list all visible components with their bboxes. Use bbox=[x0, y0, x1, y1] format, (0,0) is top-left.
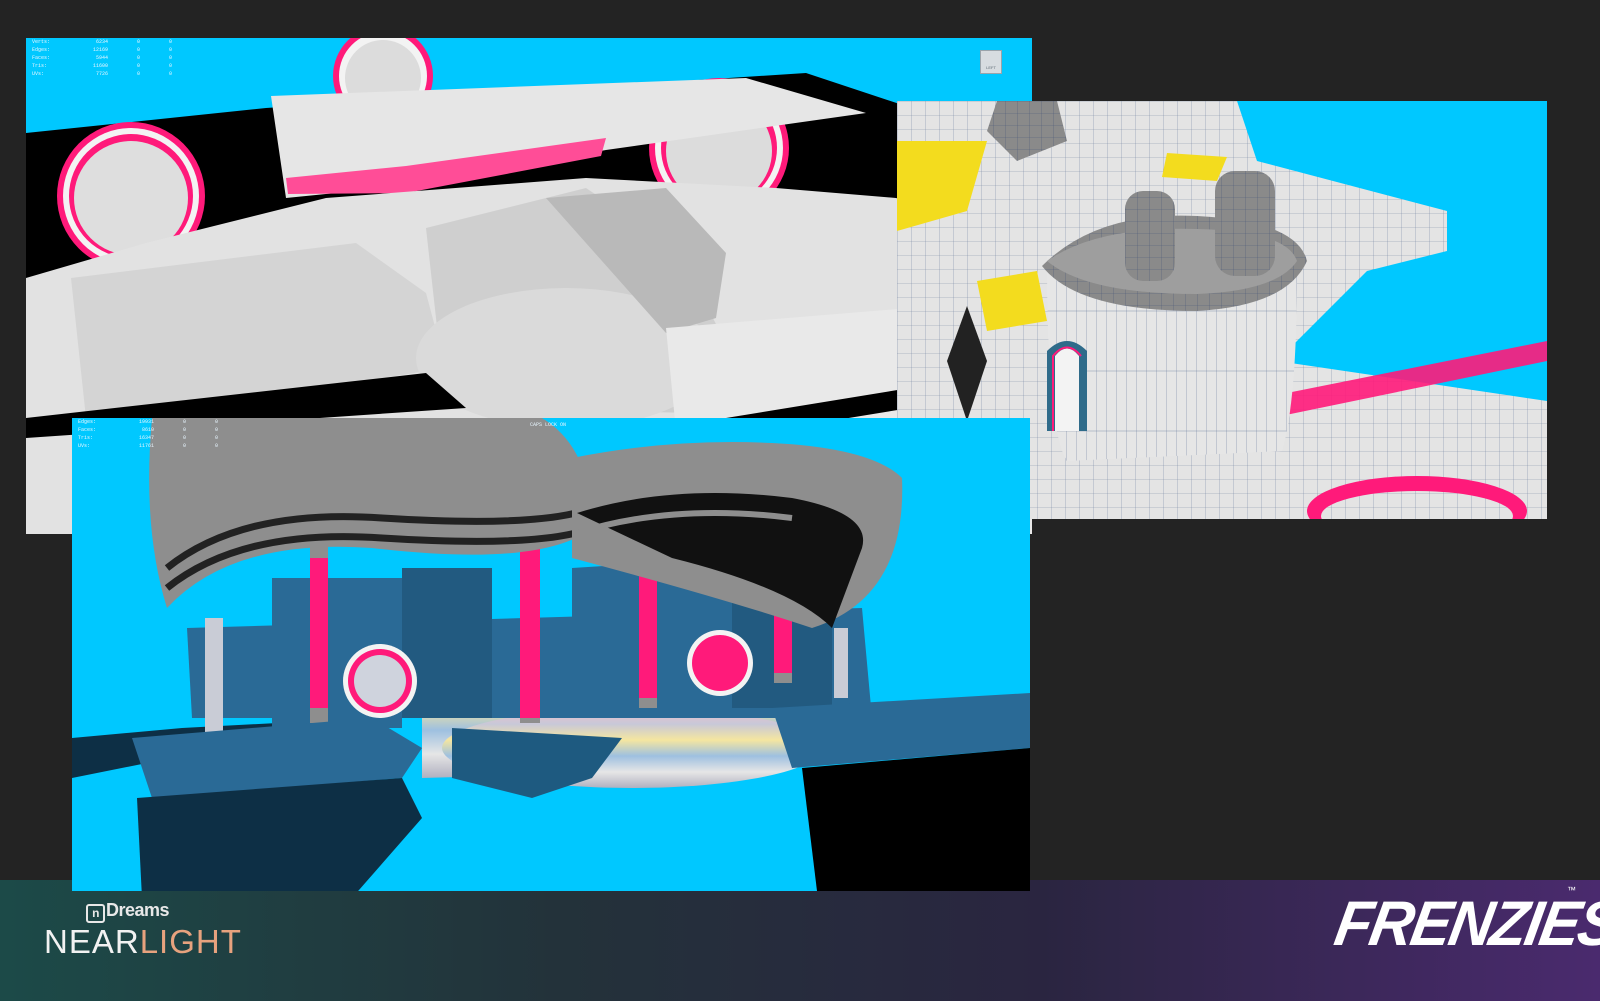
stat-value: 0 bbox=[136, 39, 140, 45]
stat-label: Faces: bbox=[32, 55, 51, 61]
studio-mark-icon: n bbox=[86, 904, 105, 923]
stat-value: 0 bbox=[136, 63, 140, 69]
stat-value: 11761 bbox=[138, 443, 154, 449]
trademark-symbol: ™ bbox=[1567, 885, 1576, 895]
nearlight-part-a: NEAR bbox=[44, 923, 140, 960]
stat-value: 0 bbox=[214, 419, 218, 425]
stat-value: 0 bbox=[182, 435, 186, 441]
stat-value: 0 bbox=[168, 55, 172, 61]
stat-value: 11600 bbox=[92, 63, 108, 69]
stat-value: 0 bbox=[182, 443, 186, 449]
nearlight-part-b: LIGHT bbox=[139, 923, 242, 960]
stat-value: 8610 bbox=[141, 427, 154, 433]
stat-value: 0 bbox=[136, 47, 140, 53]
viewport-bottom[interactable]: Edges: 19931 0 0 Faces: 8610 0 0 Tris: 16347 0 0 … bbox=[72, 418, 1030, 891]
stat-value: 0 bbox=[182, 419, 186, 425]
stat-value: 0 bbox=[168, 71, 172, 77]
stat-value: 0 bbox=[214, 435, 218, 441]
stat-label: UVs: bbox=[32, 71, 45, 77]
stat-value: 0 bbox=[214, 443, 218, 449]
stat-label: Verts: bbox=[32, 39, 51, 45]
stat-value: 0 bbox=[168, 47, 172, 53]
stats-hud-top: Verts: 6234 0 0 Edges: 12169 0 0 Faces: 5944 0 0 … bbox=[32, 38, 172, 78]
stat-label: UVs: bbox=[78, 443, 91, 449]
stat-value: 16347 bbox=[138, 435, 154, 441]
viewport-bottom-scene bbox=[72, 418, 1030, 891]
nearlight-logo: NEARLIGHT bbox=[44, 923, 242, 961]
stat-label: Faces: bbox=[78, 427, 97, 433]
stats-hud-bottom: Edges: 19931 0 0 Faces: 8610 0 0 Tris: 16347 0 0 … bbox=[78, 418, 218, 450]
stat-value: 0 bbox=[214, 427, 218, 433]
stat-value: 0 bbox=[136, 55, 140, 61]
stat-label: Tris: bbox=[78, 435, 94, 441]
caps-lock-indicator: CAPS LOCK ON bbox=[530, 422, 567, 428]
studio-name: Dreams bbox=[106, 900, 170, 920]
stat-value: 19931 bbox=[138, 419, 154, 425]
stat-value: 0 bbox=[168, 39, 172, 45]
stat-value: 12169 bbox=[92, 47, 108, 53]
viewcube[interactable]: LEFT bbox=[980, 50, 1002, 74]
stat-value: 5944 bbox=[95, 55, 108, 61]
game-title-logo: FRENZIES bbox=[1329, 888, 1600, 959]
stat-value: 7726 bbox=[95, 71, 108, 77]
studio-logo: n Dreams bbox=[86, 900, 170, 923]
stat-value: 0 bbox=[182, 427, 186, 433]
stat-label: Tris: bbox=[32, 63, 48, 69]
stat-label: Edges: bbox=[78, 419, 97, 425]
stat-value: 6234 bbox=[95, 39, 108, 45]
stat-value: 0 bbox=[168, 63, 172, 69]
stat-label: Edges: bbox=[32, 47, 51, 53]
stat-value: 0 bbox=[136, 71, 140, 77]
